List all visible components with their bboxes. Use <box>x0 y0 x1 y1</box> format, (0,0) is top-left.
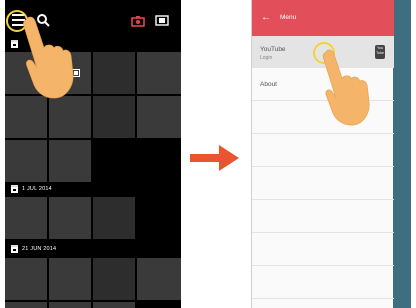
photo-thumbnail[interactable] <box>93 197 135 239</box>
section-date: 1 JUL 2014 <box>22 186 52 192</box>
photo-thumbnail[interactable] <box>49 258 91 300</box>
photo-thumbnail[interactable] <box>137 96 181 138</box>
photo-thumbnail[interactable] <box>5 302 47 308</box>
section-date: 21 JUN 2014 <box>22 246 57 252</box>
drawer-scrim[interactable] <box>393 0 411 308</box>
camera-icon[interactable] <box>131 15 145 27</box>
pointing-hand-icon <box>322 49 370 126</box>
menu-item-label: About <box>260 81 277 88</box>
photo-thumbnail[interactable] <box>137 258 181 300</box>
empty-row <box>252 168 394 200</box>
photo-thumbnail[interactable] <box>49 140 91 182</box>
section-header <box>11 38 18 50</box>
menu-item-sublabel: Login <box>260 55 273 61</box>
pointing-hand-icon <box>23 16 74 99</box>
photo-thumbnail[interactable] <box>49 302 91 308</box>
empty-row <box>252 234 394 266</box>
drawer-toolbar: ← Menu <box>252 0 394 36</box>
calendar-icon <box>11 40 18 48</box>
photo-thumbnail[interactable] <box>137 52 181 94</box>
slideshow-icon[interactable] <box>155 15 169 26</box>
empty-row <box>252 201 394 233</box>
photo-thumbnail[interactable] <box>49 96 91 138</box>
youtube-icon: You Tube <box>375 45 385 59</box>
empty-row <box>252 135 394 167</box>
photo-thumbnail[interactable] <box>93 258 135 300</box>
section-header: 21 JUN 2014 <box>11 243 56 255</box>
menu-item-label: YouTube <box>260 46 286 53</box>
transition-arrow-icon <box>190 145 239 171</box>
photo-thumbnail[interactable] <box>5 258 47 300</box>
back-arrow-icon[interactable]: ← <box>261 12 273 24</box>
photo-thumbnail[interactable] <box>93 96 135 138</box>
empty-row <box>252 267 394 299</box>
calendar-icon <box>11 185 18 193</box>
photo-thumbnail[interactable] <box>5 96 47 138</box>
photo-thumbnail[interactable] <box>93 302 135 308</box>
section-header: 1 JUL 2014 <box>11 183 52 195</box>
photo-thumbnail[interactable] <box>5 140 47 182</box>
drawer-title: Menu <box>280 14 297 21</box>
photo-thumbnail[interactable] <box>93 52 135 94</box>
photo-thumbnail[interactable] <box>49 197 91 239</box>
calendar-icon <box>11 245 18 253</box>
photo-thumbnail[interactable] <box>5 197 47 239</box>
